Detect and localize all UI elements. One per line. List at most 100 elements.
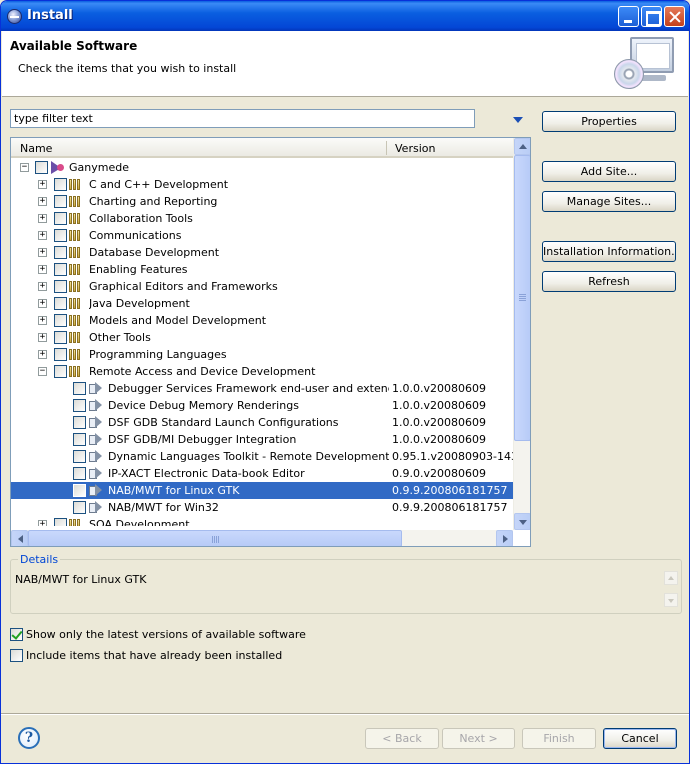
scroll-down-button[interactable] xyxy=(514,513,530,530)
item-checkbox[interactable] xyxy=(54,518,67,526)
title-bar[interactable]: Install xyxy=(1,1,689,31)
next-button[interactable]: Next > xyxy=(442,728,515,749)
item-checkbox[interactable] xyxy=(54,280,67,293)
category-row[interactable]: + Charting and Reporting xyxy=(11,193,513,210)
installation-information-button[interactable]: Installation Information... xyxy=(542,241,676,262)
item-checkbox[interactable] xyxy=(73,467,86,480)
category-row[interactable]: + Java Development xyxy=(11,295,513,312)
details-scroll-up-icon[interactable] xyxy=(664,571,678,585)
category-row[interactable]: + Other Tools xyxy=(11,329,513,346)
feature-row[interactable]: Device Debug Memory Renderings 1.0.0.v200… xyxy=(11,397,513,414)
item-checkbox[interactable] xyxy=(73,484,86,497)
feature-row[interactable]: Dynamic Languages Toolkit - Remote Devel… xyxy=(11,448,513,465)
filter-dropdown-icon[interactable] xyxy=(513,117,523,123)
item-checkbox[interactable] xyxy=(54,263,67,276)
expand-icon[interactable]: + xyxy=(38,299,47,308)
item-name: Other Tools xyxy=(89,331,151,344)
collapse-icon[interactable]: − xyxy=(38,367,47,376)
feature-row[interactable]: NAB/MWT for Linux GTK 0.9.9.200806181757 xyxy=(11,482,513,499)
show-latest-checkbox[interactable] xyxy=(10,628,23,641)
back-button[interactable]: < Back xyxy=(365,728,439,749)
item-checkbox[interactable] xyxy=(54,331,67,344)
category-row[interactable]: + Models and Model Development xyxy=(11,312,513,329)
include-installed-checkbox[interactable] xyxy=(10,649,23,662)
feature-icon xyxy=(88,501,104,514)
details-scroll-down-icon[interactable] xyxy=(664,593,678,607)
horizontal-scroll-thumb[interactable] xyxy=(28,530,402,546)
category-icon-bar xyxy=(77,315,80,326)
category-row[interactable]: + SOA Development xyxy=(11,516,513,526)
finish-button[interactable]: Finish xyxy=(522,728,596,749)
category-row[interactable]: + Programming Languages xyxy=(11,346,513,363)
expand-icon[interactable]: + xyxy=(38,214,47,223)
maximize-button[interactable] xyxy=(641,6,662,27)
help-icon[interactable]: ? xyxy=(18,727,40,749)
filter-input[interactable] xyxy=(10,109,475,128)
category-row[interactable]: + Communications xyxy=(11,227,513,244)
expand-icon[interactable]: + xyxy=(38,333,47,342)
item-checkbox[interactable] xyxy=(73,501,86,514)
feature-row[interactable]: DSF GDB Standard Launch Configurations 1.… xyxy=(11,414,513,431)
expand-icon[interactable]: + xyxy=(38,231,47,240)
add-site-button[interactable]: Add Site... xyxy=(542,161,676,182)
collapse-icon[interactable]: − xyxy=(20,163,29,172)
item-name: DSF GDB Standard Launch Configurations xyxy=(108,416,339,429)
tree-horizontal-scrollbar[interactable] xyxy=(11,530,513,546)
expand-icon[interactable]: + xyxy=(38,520,47,526)
category-row[interactable]: + C and C++ Development xyxy=(11,176,513,193)
category-row[interactable]: − Remote Access and Device Development xyxy=(11,363,513,380)
column-header-name[interactable]: Name xyxy=(20,142,52,155)
expand-icon[interactable]: + xyxy=(38,265,47,274)
item-checkbox[interactable] xyxy=(54,297,67,310)
column-separator[interactable] xyxy=(386,141,387,155)
category-icon xyxy=(69,230,85,241)
manage-sites-button[interactable]: Manage Sites... xyxy=(542,191,676,212)
minimize-button[interactable] xyxy=(618,6,639,27)
include-installed-label[interactable]: Include items that have already been ins… xyxy=(26,649,282,662)
show-latest-label[interactable]: Show only the latest versions of availab… xyxy=(26,628,306,641)
item-checkbox[interactable] xyxy=(54,348,67,361)
item-checkbox[interactable] xyxy=(73,450,86,463)
category-row[interactable]: + Enabling Features xyxy=(11,261,513,278)
item-checkbox[interactable] xyxy=(73,399,86,412)
item-name: Enabling Features xyxy=(89,263,188,276)
feature-row[interactable]: NAB/MWT for Win32 0.9.9.200806181757 xyxy=(11,499,513,516)
details-scrollbar[interactable] xyxy=(664,571,678,611)
item-checkbox[interactable] xyxy=(73,433,86,446)
root-category-row[interactable]: − Ganymede xyxy=(11,159,513,176)
item-checkbox[interactable] xyxy=(73,416,86,429)
item-checkbox[interactable] xyxy=(54,195,67,208)
item-checkbox[interactable] xyxy=(54,365,67,378)
column-header-version[interactable]: Version xyxy=(395,142,435,155)
item-checkbox[interactable] xyxy=(54,212,67,225)
expand-icon[interactable]: + xyxy=(38,316,47,325)
tree-vertical-scrollbar[interactable] xyxy=(513,138,530,530)
expand-icon[interactable]: + xyxy=(38,282,47,291)
item-checkbox[interactable] xyxy=(35,161,48,174)
cancel-button[interactable]: Cancel xyxy=(603,728,677,749)
category-row[interactable]: + Collaboration Tools xyxy=(11,210,513,227)
feature-row[interactable]: DSF GDB/MI Debugger Integration 1.0.0.v20… xyxy=(11,431,513,448)
item-checkbox[interactable] xyxy=(54,246,67,259)
software-tree[interactable]: Name Version − Ganymede + C and C++ Develop… xyxy=(10,137,531,547)
category-row[interactable]: + Graphical Editors and Frameworks xyxy=(11,278,513,295)
item-checkbox[interactable] xyxy=(54,314,67,327)
scroll-right-button[interactable] xyxy=(496,530,513,546)
expand-icon[interactable]: + xyxy=(38,197,47,206)
expand-icon[interactable]: + xyxy=(38,180,47,189)
category-row[interactable]: + Database Development xyxy=(11,244,513,261)
properties-button[interactable]: Properties xyxy=(542,111,676,132)
refresh-button[interactable]: Refresh xyxy=(542,271,676,292)
item-checkbox[interactable] xyxy=(54,229,67,242)
close-button[interactable] xyxy=(664,6,685,27)
feature-row[interactable]: IP-XACT Electronic Data-book Editor 0.9.0… xyxy=(11,465,513,482)
feature-icon xyxy=(88,450,104,463)
vertical-scroll-thumb[interactable] xyxy=(514,155,530,441)
scroll-left-button[interactable] xyxy=(11,530,28,546)
item-checkbox[interactable] xyxy=(73,382,86,395)
item-checkbox[interactable] xyxy=(54,178,67,191)
expand-icon[interactable]: + xyxy=(38,350,47,359)
expand-icon[interactable]: + xyxy=(38,248,47,257)
feature-row[interactable]: Debugger Services Framework end-user and… xyxy=(11,380,513,397)
scroll-up-button[interactable] xyxy=(514,138,530,155)
